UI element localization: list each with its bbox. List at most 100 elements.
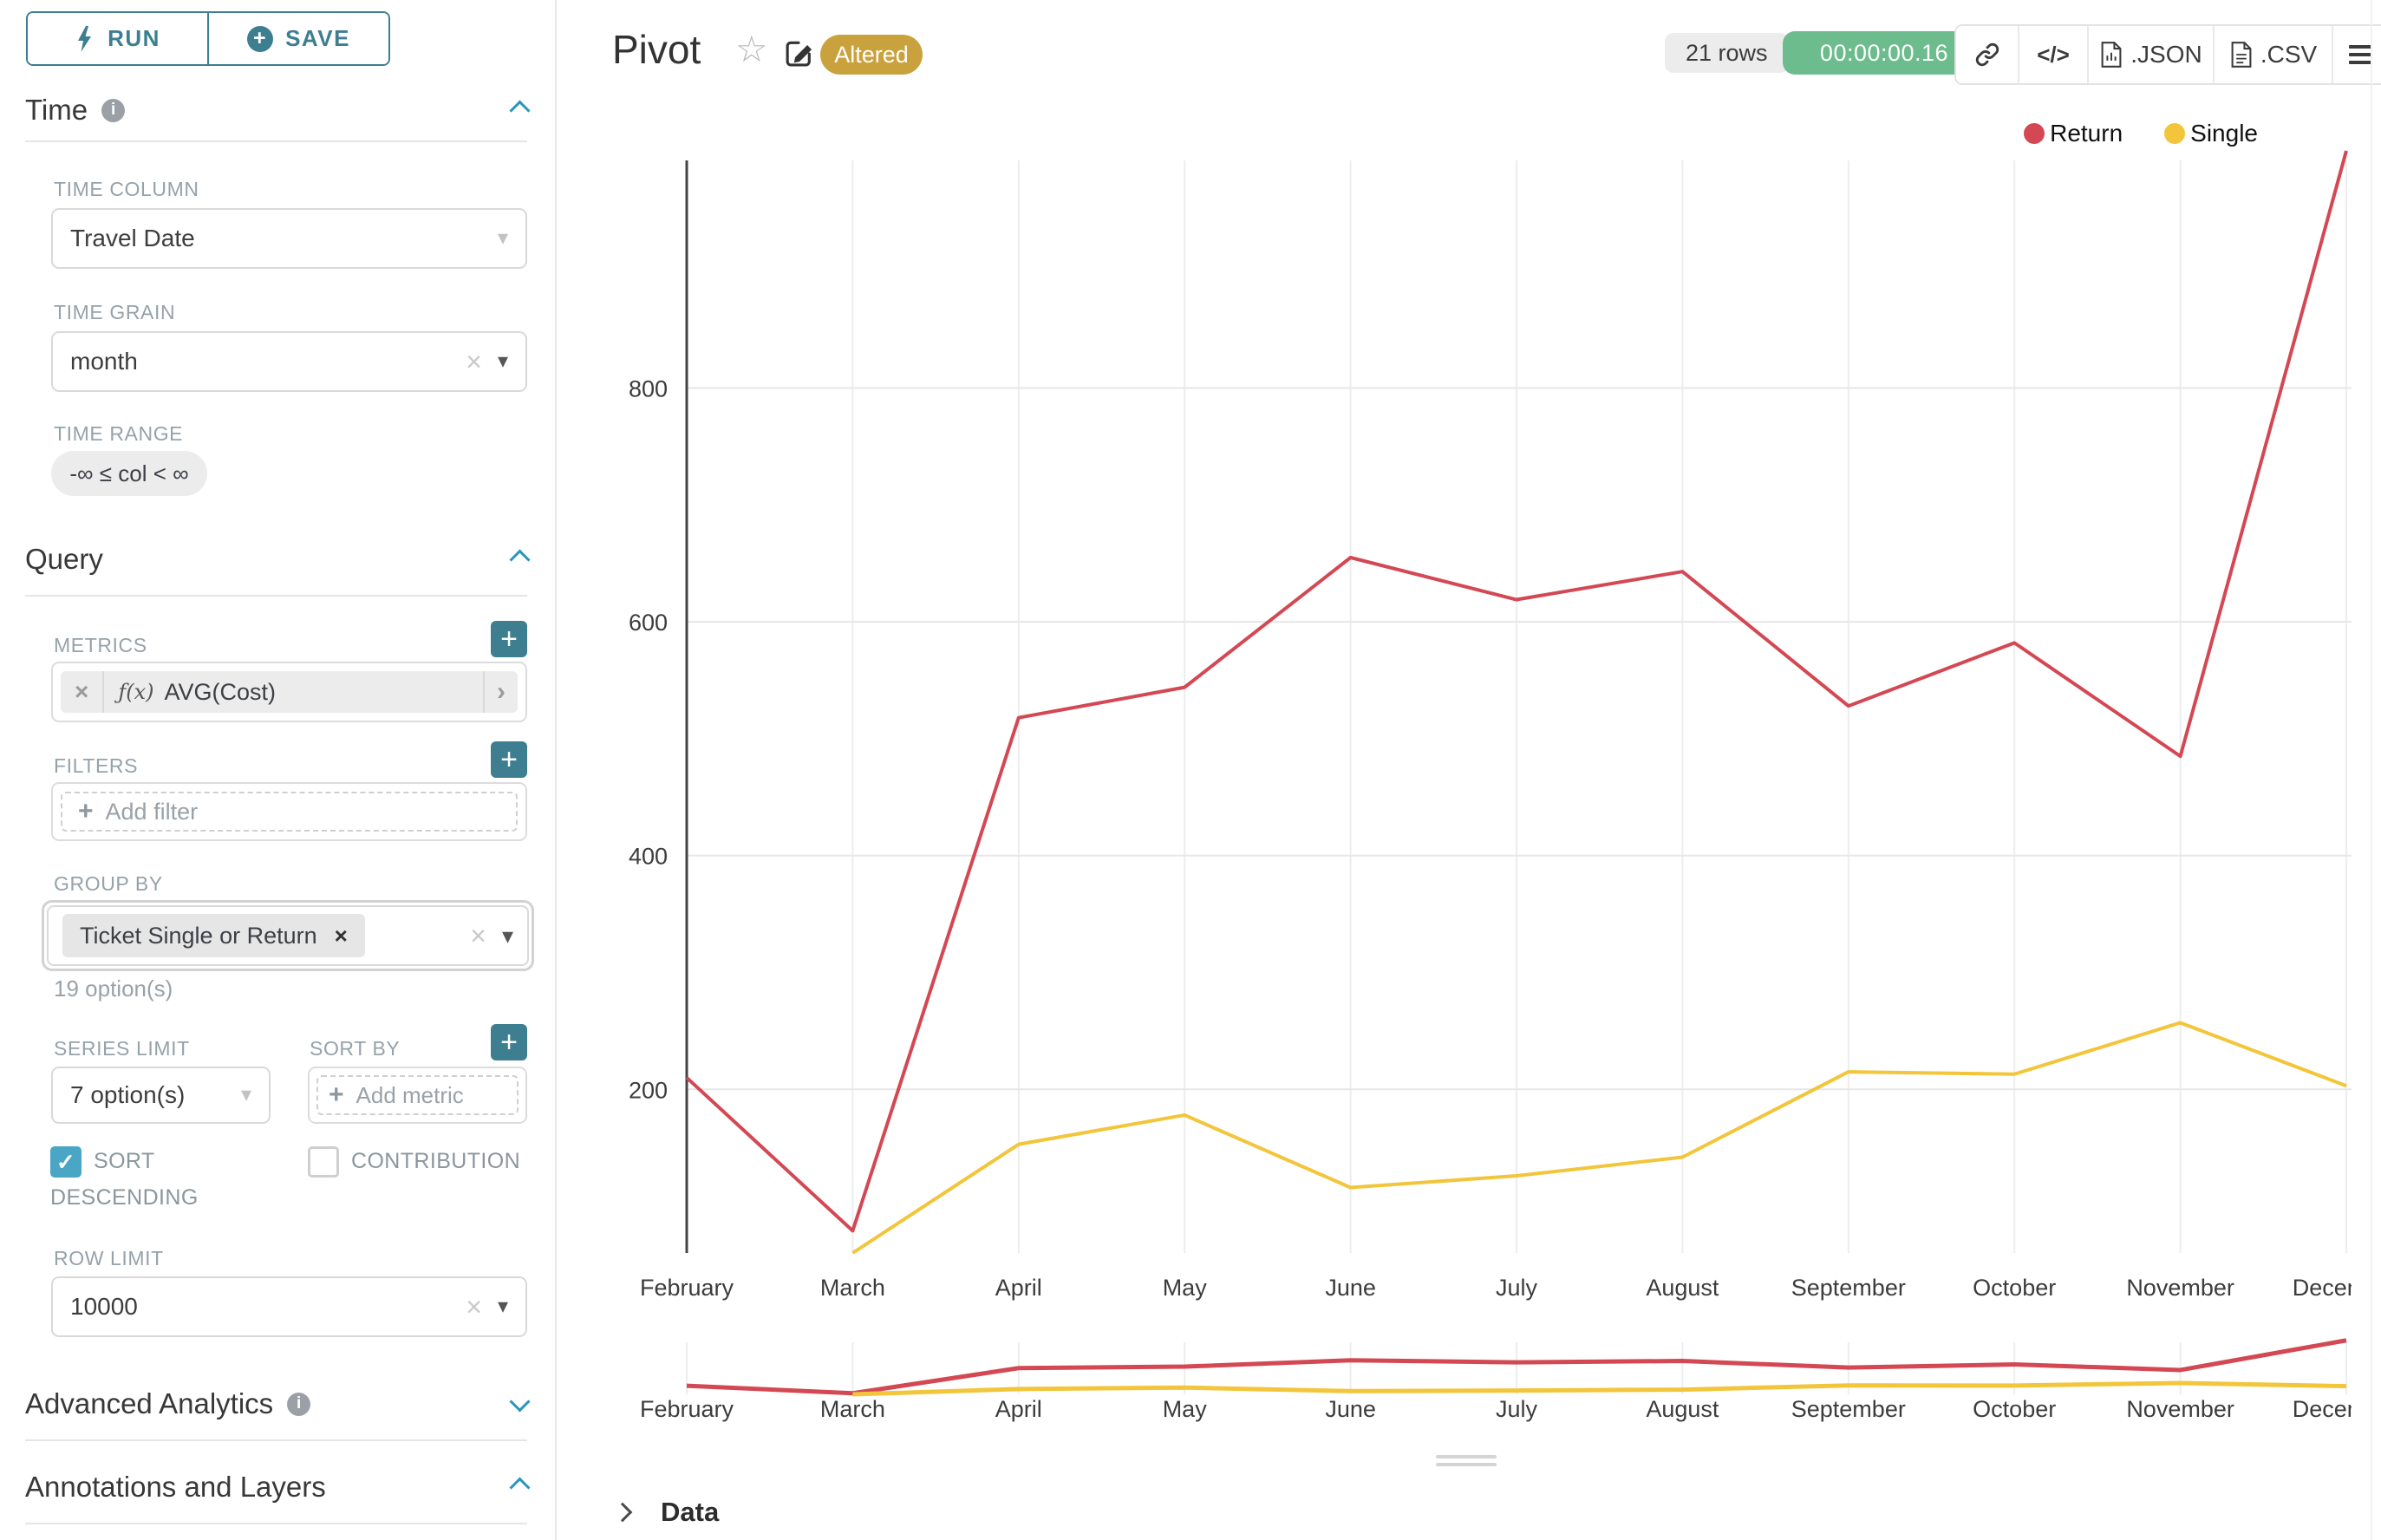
panel-divider[interactable]: [555, 0, 557, 1540]
clear-x-icon[interactable]: ×: [466, 348, 482, 375]
add-sort-metric-button[interactable]: +: [491, 1024, 527, 1060]
altered-badge[interactable]: Altered: [820, 35, 923, 75]
metric-value: AVG(Cost): [165, 679, 277, 706]
svg-text:March: March: [820, 1275, 885, 1301]
svg-text:October: October: [1973, 1275, 2056, 1301]
row-limit-label: ROW LIMIT: [54, 1247, 164, 1270]
edit-icon[interactable]: [782, 36, 815, 74]
time-range-value: -∞ ≤ col < ∞: [69, 460, 188, 487]
chevron-up-icon[interactable]: [509, 1477, 530, 1498]
mini-preview-chart[interactable]: FebruaryMarchAprilMayJuneJulyAugustSepte…: [590, 1335, 2352, 1429]
svg-text:October: October: [1973, 1396, 2056, 1422]
row-limit-value: 10000: [70, 1293, 138, 1321]
code-icon: </>: [2037, 42, 2070, 69]
run-save-button-group: RUN + SAVE: [26, 11, 390, 66]
metrics-box: × ƒ(x) AVG(Cost) ›: [51, 662, 527, 722]
panel-right-border: [2371, 0, 2372, 1540]
metrics-label: METRICS: [54, 634, 147, 657]
caret-down-icon[interactable]: ▾: [241, 1085, 251, 1106]
metric-pill[interactable]: × ƒ(x) AVG(Cost) ›: [61, 671, 518, 713]
caret-down-icon[interactable]: ▾: [498, 228, 508, 249]
sort-by-placeholder: Add metric: [356, 1082, 464, 1109]
clear-x-icon[interactable]: ×: [466, 1293, 482, 1321]
remove-tag-icon[interactable]: ×: [335, 923, 348, 949]
svg-text:December: December: [2293, 1396, 2352, 1422]
section-advanced-analytics[interactable]: Advanced Analytics i: [25, 1387, 527, 1420]
svg-text:800: 800: [629, 376, 668, 402]
caret-down-icon[interactable]: ▾: [502, 924, 513, 947]
svg-text:April: April: [995, 1396, 1042, 1422]
group-by-select[interactable]: Ticket Single or Return × × ▾: [42, 900, 534, 971]
svg-text:July: July: [1496, 1275, 1538, 1301]
plus-icon: +: [329, 1080, 344, 1110]
sort-descending-control: ✓SORT DESCENDING: [50, 1143, 267, 1216]
time-column-label: TIME COLUMN: [54, 178, 199, 201]
svg-text:November: November: [2126, 1396, 2234, 1422]
add-filter-dropzone[interactable]: + Add filter: [61, 792, 518, 832]
svg-text:June: June: [1325, 1396, 1376, 1422]
time-range-label: TIME RANGE: [54, 422, 183, 446]
view-query-button[interactable]: </>: [2018, 26, 2087, 83]
chevron-right-icon[interactable]: ›: [483, 671, 518, 713]
chevron-down-icon[interactable]: [509, 1391, 530, 1412]
sort-descending-checkbox[interactable]: ✓: [50, 1146, 82, 1178]
add-sort-metric-dropzone[interactable]: + Add metric: [316, 1075, 519, 1115]
svg-text:200: 200: [629, 1077, 668, 1103]
export-csv-button[interactable]: .CSV: [2213, 26, 2332, 83]
share-link-button[interactable]: [1956, 26, 2018, 83]
add-metric-button[interactable]: +: [491, 621, 527, 657]
group-by-label: GROUP BY: [54, 872, 163, 896]
time-range-pill[interactable]: -∞ ≤ col < ∞: [51, 451, 207, 496]
caret-down-icon[interactable]: ▾: [498, 351, 508, 372]
export-json-label: .JSON: [2130, 41, 2202, 69]
control-sidebar: RUN + SAVE Time i TIME COLUMN Travel Dat…: [0, 0, 555, 1540]
contribution-control: ✓CONTRIBUTION: [308, 1143, 533, 1179]
divider: [25, 1523, 527, 1524]
chevron-up-icon[interactable]: [509, 549, 530, 570]
section-query[interactable]: Query: [25, 543, 527, 576]
svg-text:August: August: [1646, 1275, 1719, 1301]
plus-icon: +: [78, 797, 94, 826]
section-time[interactable]: Time i: [25, 94, 527, 127]
more-options-button[interactable]: [2332, 26, 2381, 83]
time-column-select[interactable]: Travel Date ▾: [51, 208, 527, 269]
chevron-up-icon[interactable]: [509, 100, 530, 121]
run-button[interactable]: RUN: [28, 13, 207, 64]
save-button[interactable]: + SAVE: [207, 13, 388, 64]
section-annotations[interactable]: Annotations and Layers: [25, 1471, 527, 1504]
run-button-label: RUN: [108, 25, 160, 52]
time-grain-label: TIME GRAIN: [54, 301, 175, 324]
drag-handle[interactable]: [1436, 1463, 1497, 1466]
time-column-value: Travel Date: [70, 225, 195, 252]
star-icon[interactable]: ☆: [735, 31, 768, 68]
row-limit-select[interactable]: 10000 × ▾: [51, 1276, 527, 1337]
line-chart[interactable]: FebruaryMarchAprilMayJuneJulyAugustSepte…: [590, 139, 2352, 1309]
add-filter-button[interactable]: +: [491, 741, 527, 778]
svg-text:February: February: [640, 1275, 734, 1301]
drag-handle[interactable]: [1436, 1455, 1497, 1458]
plus-circle-icon: +: [247, 26, 273, 52]
info-icon: i: [101, 99, 125, 122]
info-icon: i: [287, 1393, 310, 1416]
caret-down-icon[interactable]: ▾: [498, 1296, 508, 1317]
series-limit-select[interactable]: 7 option(s) ▾: [51, 1067, 271, 1124]
menu-icon: [2349, 41, 2371, 69]
clear-x-icon[interactable]: ×: [470, 922, 486, 949]
add-filter-placeholder: Add filter: [106, 799, 199, 825]
divider: [25, 1439, 527, 1441]
remove-metric-icon[interactable]: ×: [61, 671, 104, 713]
time-grain-select[interactable]: month × ▾: [51, 331, 527, 392]
svg-text:600: 600: [629, 610, 668, 636]
svg-text:December: December: [2293, 1275, 2352, 1301]
svg-text:September: September: [1791, 1396, 1906, 1422]
svg-text:August: August: [1646, 1396, 1719, 1422]
json-file-icon: [2099, 42, 2123, 68]
group-by-pill[interactable]: Ticket Single or Return ×: [62, 914, 365, 957]
fx-icon: ƒ(x): [118, 680, 153, 704]
data-panel-label: Data: [661, 1497, 719, 1528]
data-panel-toggle[interactable]: Data: [616, 1497, 719, 1528]
filters-box: + Add filter: [51, 782, 527, 841]
export-toolbar: </> .JSON .CSV: [1954, 24, 2381, 85]
export-json-button[interactable]: .JSON: [2087, 26, 2213, 83]
contribution-checkbox[interactable]: ✓: [308, 1146, 339, 1178]
